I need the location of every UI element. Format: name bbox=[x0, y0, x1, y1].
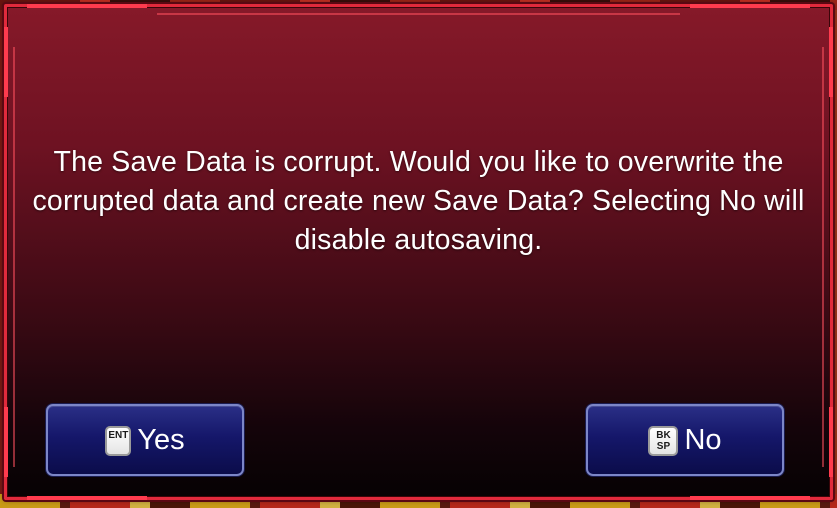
yes-button[interactable]: ENT Yes bbox=[46, 404, 244, 476]
enter-key-icon: ENT bbox=[105, 425, 132, 456]
save-data-corrupt-dialog: The Save Data is corrupt. Would you like… bbox=[4, 4, 833, 500]
yes-button-label: Yes bbox=[137, 424, 185, 456]
key-hint-text: SP bbox=[656, 440, 671, 452]
frame-accent bbox=[690, 4, 810, 8]
frame-accent bbox=[27, 4, 147, 8]
frame-accent bbox=[829, 27, 833, 97]
dialog-message: The Save Data is corrupt. Would you like… bbox=[32, 146, 805, 256]
frame-accent bbox=[690, 496, 810, 500]
no-button[interactable]: BK SP No bbox=[586, 404, 784, 476]
no-button-label: No bbox=[684, 424, 722, 456]
frame-accent bbox=[27, 496, 147, 500]
frame-accent bbox=[829, 407, 833, 477]
frame-accent bbox=[4, 407, 8, 477]
frame-inner-line bbox=[822, 47, 824, 467]
frame-accent bbox=[4, 27, 8, 97]
frame-inner-line bbox=[13, 47, 15, 467]
frame-inner-line bbox=[157, 13, 680, 15]
backspace-key-icon: BK SP bbox=[648, 425, 679, 456]
key-hint-text: ENT bbox=[108, 429, 129, 441]
key-hint-text: BK bbox=[656, 429, 671, 441]
